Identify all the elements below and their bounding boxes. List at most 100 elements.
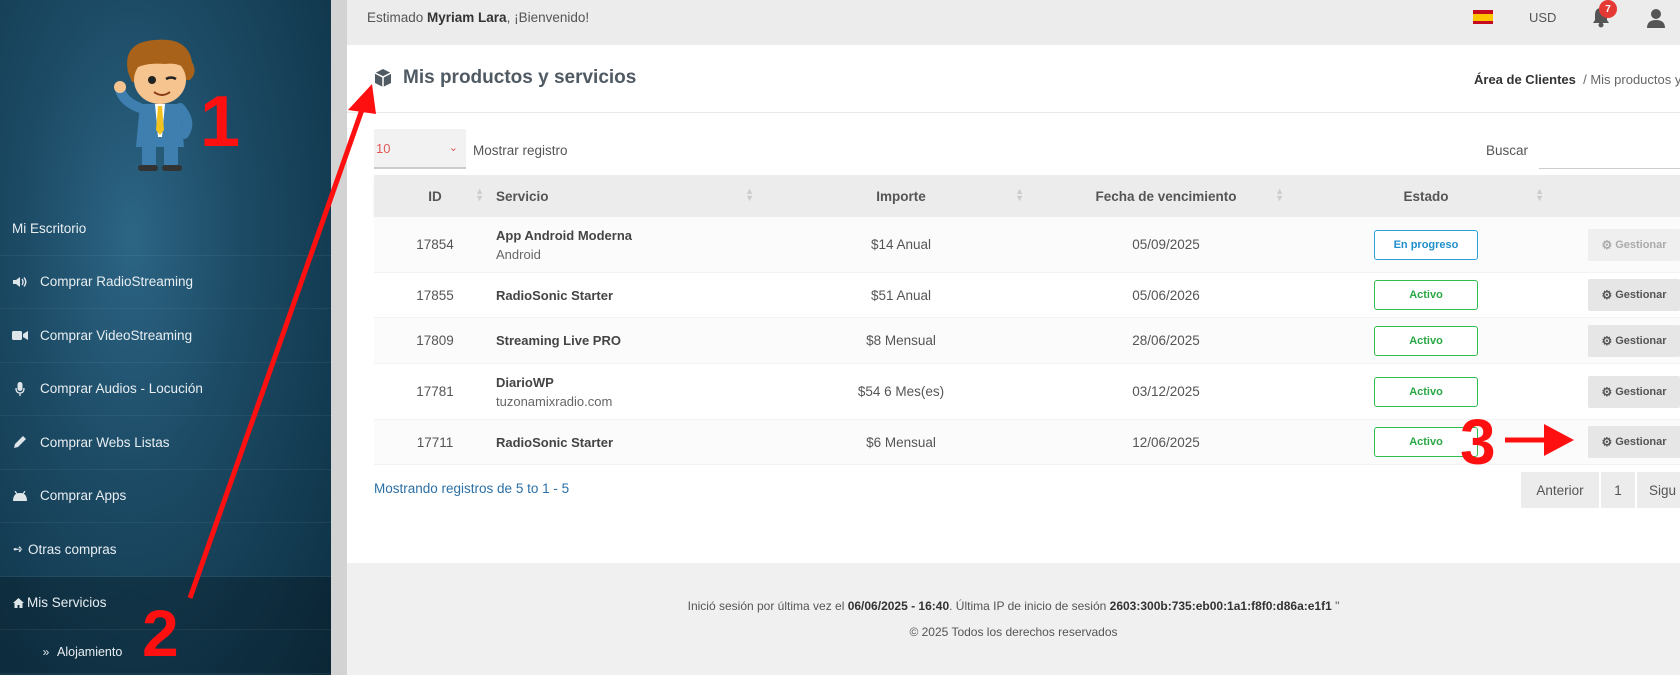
cell-action: ⚙ Gestionar xyxy=(1556,426,1680,458)
cell-due-date: 28/06/2025 xyxy=(1132,333,1200,348)
status-badge: En progreso xyxy=(1374,229,1478,260)
gestionar-button[interactable]: ⚙ Gestionar xyxy=(1588,228,1680,261)
greeting: Estimado Myriam Lara, ¡Bienvenido! xyxy=(367,10,589,25)
page-length-select[interactable]: 10 ⌄ xyxy=(374,129,466,169)
gestionar-label: Gestionar xyxy=(1615,334,1667,347)
sort-icon: ▲ ▼ xyxy=(1015,186,1024,203)
gestionar-label: Gestionar xyxy=(1615,238,1667,251)
column-header-label: ID xyxy=(428,188,442,204)
cell-status: Activo xyxy=(1296,376,1556,407)
user-icon[interactable] xyxy=(1647,8,1667,28)
cell-action: ⚙ Gestionar xyxy=(1556,375,1680,408)
sidebar-item-comprar-audios[interactable]: Comprar Audios - Locución xyxy=(0,363,331,416)
status-badge: Activo xyxy=(1374,376,1478,407)
sidebar-item-label: Comprar Apps xyxy=(40,488,127,504)
sidebar-item-label: Alojamiento xyxy=(57,644,123,659)
cell-id: 17781 xyxy=(416,384,454,399)
sidebar-item-otras-compras[interactable]: ➺ Otras compras xyxy=(0,523,331,577)
sidebar-item-comprar-webs-listas[interactable]: Comprar Webs Listas xyxy=(0,416,331,470)
cell-status: Activo xyxy=(1296,427,1556,457)
cell-amount: $14 Anual xyxy=(870,237,932,252)
notification-badge: 7 xyxy=(1599,0,1617,18)
pagination-previous[interactable]: Anterior xyxy=(1521,472,1599,508)
gear-icon: ⚙ xyxy=(1601,384,1613,399)
gear-icon: ⚙ xyxy=(1601,288,1613,302)
sort-icon: ▲ ▼ xyxy=(745,186,754,203)
cell-id: 17854 xyxy=(416,237,454,252)
breadcrumb-home[interactable]: Área de Clientes xyxy=(1474,72,1576,87)
table-row[interactable]: 17854 App Android Moderna Android $14 Anu… xyxy=(374,217,1680,273)
arrow-right-icon: ➺ xyxy=(12,542,24,557)
sidebar-item-label: Comprar Audios - Locución xyxy=(40,381,203,397)
sidebar-item-mi-escritorio[interactable]: Mi Escritorio xyxy=(0,202,331,256)
last-login-info: Inició sesión por última vez el 06/06/20… xyxy=(347,599,1680,613)
cell-status: Activo xyxy=(1296,325,1556,356)
avatar xyxy=(110,32,210,172)
home-icon xyxy=(12,597,24,608)
user-name: Myriam Lara xyxy=(427,10,507,25)
column-header-label: Fecha de vencimiento xyxy=(1095,188,1237,204)
gear-icon: ⚙ xyxy=(1601,333,1613,348)
column-header-id[interactable]: ID ▲ ▼ xyxy=(374,175,496,217)
pagination-page[interactable]: 1 xyxy=(1601,472,1635,508)
android-icon xyxy=(12,490,28,501)
pagination: Anterior 1 Sigu xyxy=(1521,472,1680,508)
annotation-number-2: 2 xyxy=(142,596,179,670)
breadcrumb: Área de Clientes / Mis productos y xyxy=(1474,72,1680,87)
currency-selector[interactable]: USD xyxy=(1529,10,1556,25)
main-panel: Mis productos y servicios Área de Client… xyxy=(347,45,1680,563)
sidebar-item-comprar-apps[interactable]: Comprar Apps xyxy=(0,470,331,523)
gestionar-button[interactable]: ⚙ Gestionar xyxy=(1588,426,1680,458)
cell-amount: $6 Mensual xyxy=(866,434,936,450)
cell-service: Streaming Live PRO xyxy=(496,333,766,348)
table-row[interactable]: 17855 RadioSonic Starter $51 Anual 05/06… xyxy=(374,273,1680,318)
sort-icon: ▲ ▼ xyxy=(1535,186,1544,203)
gestionar-label: Gestionar xyxy=(1615,436,1667,448)
page-length-label: Mostrar registro xyxy=(473,143,568,158)
column-header-importe[interactable]: Importe ▲ ▼ xyxy=(766,175,1036,217)
service-name: App Android Moderna xyxy=(496,227,633,243)
search-input[interactable] xyxy=(1539,135,1680,169)
volume-icon xyxy=(12,276,28,288)
table-row[interactable]: 17809 Streaming Live PRO $8 Mensual 28/0… xyxy=(374,318,1680,364)
table-header: ID ▲ ▼ Servicio ▲ ▼ Importe ▲ ▼ Fecha de venci… xyxy=(374,175,1680,217)
sidebar-item-label: Comprar RadioStreaming xyxy=(40,274,194,290)
service-name: DiarioWP xyxy=(496,374,554,390)
page-length-value: 10 xyxy=(376,140,391,156)
sort-icon: ▲ ▼ xyxy=(475,186,484,203)
spain-flag-icon[interactable] xyxy=(1473,10,1493,24)
greeting-suffix: , ¡Bienvenido! xyxy=(506,10,590,25)
table-info: Mostrando registros de 5 to 1 - 5 xyxy=(374,481,570,496)
service-name: RadioSonic Starter xyxy=(496,287,614,303)
pagination-next[interactable]: Sigu xyxy=(1637,472,1680,508)
sidebar: Mi Escritorio Comprar RadioStreaming Com… xyxy=(0,0,331,675)
sidebar-item-label: Comprar VideoStreaming xyxy=(40,327,193,343)
column-header-servicio[interactable]: Servicio ▲ ▼ xyxy=(496,175,766,217)
column-header-actions xyxy=(1556,175,1680,217)
sidebar-item-comprar-videostreaming[interactable]: Comprar VideoStreaming xyxy=(0,309,331,363)
divider xyxy=(347,112,1680,113)
breadcrumb-current: / Mis productos y xyxy=(1583,72,1680,87)
column-header-estado[interactable]: Estado ▲ ▼ xyxy=(1296,175,1556,217)
gestionar-button[interactable]: ⚙ Gestionar xyxy=(1588,324,1680,357)
gear-icon: ⚙ xyxy=(1601,237,1613,252)
cell-id: 17711 xyxy=(416,434,454,450)
column-header-fecha[interactable]: Fecha de vencimiento ▲ ▼ xyxy=(1036,175,1296,217)
sidebar-edge xyxy=(331,0,347,675)
last-login-prefix: Inició sesión por última vez el xyxy=(687,599,848,613)
gestionar-button[interactable]: ⚙ Gestionar xyxy=(1588,279,1680,311)
footer: Inició sesión por última vez el 06/06/20… xyxy=(347,563,1680,675)
column-header-label: Servicio xyxy=(496,188,549,204)
video-camera-icon xyxy=(12,330,28,341)
gestionar-button[interactable]: ⚙ Gestionar xyxy=(1588,375,1680,408)
service-sub: Android xyxy=(496,246,541,262)
cell-amount: $54 6 Mes(es) xyxy=(857,384,945,399)
cell-action: ⚙ Gestionar xyxy=(1556,228,1680,261)
page-title: Mis productos y servicios xyxy=(403,67,637,88)
service-sub: tuzonamixradio.com xyxy=(496,393,613,409)
status-badge: Activo xyxy=(1374,280,1478,310)
cell-due-date: 05/06/2026 xyxy=(1132,287,1200,303)
sidebar-item-label: Otras compras xyxy=(28,541,117,557)
sidebar-item-comprar-radiostreaming[interactable]: Comprar RadioStreaming xyxy=(0,256,331,309)
ip-suffix: " xyxy=(1331,599,1340,613)
